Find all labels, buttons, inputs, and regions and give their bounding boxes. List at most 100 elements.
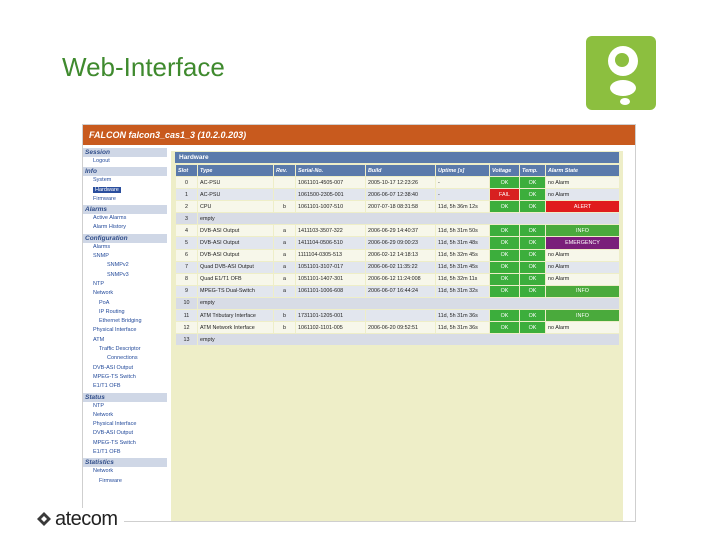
sidebar-item-label: E1/T1 OFB [93,383,121,390]
rev-cell [273,175,296,190]
table-row[interactable]: 3 empty [175,212,620,226]
type-cell: ATM Network Interface [197,321,274,335]
table-row[interactable]: 6 DVB-ASI Output a 1111104-0305-513 2006-02-… [175,248,620,262]
sidebar-section-heading: Status [83,392,167,402]
sidebar-item[interactable]: Network [83,289,167,298]
sidebar-item[interactable]: MPEG-TS Switch [83,373,167,382]
sidebar-item-label: SNMP [93,253,109,260]
sidebar-item[interactable]: Hardware [83,186,167,195]
sidebar-item[interactable]: SNMPv2 [83,261,167,270]
table-row[interactable]: 1 AC-PSU 1061500-2305-001 2006-06-07 12:38:… [175,188,620,202]
hardware-panel: Hardware Slot Type Rev. Serial-No. Build Upti… [171,151,623,521]
column-header[interactable]: Alarm State [545,164,620,177]
footer-brand: atecom [36,508,124,530]
table-row[interactable]: 12 ATM Network Interface b 1061102-1101-005… [175,321,620,335]
voltage-status-badge: OK [489,236,520,250]
table-row[interactable]: 13 empty [175,333,620,347]
sidebar-item[interactable]: IP Routing [83,308,167,317]
temp-status-badge: OK [519,260,546,274]
column-header[interactable]: Slot [175,164,198,177]
slot-cell: 2 [175,200,198,214]
column-header[interactable]: Rev. [273,164,296,177]
type-cell: AC-PSU [197,188,274,202]
sidebar-item[interactable]: E1/T1 OFB [83,448,167,457]
table-row[interactable]: 4 DVB-ASI Output a 1411103-3507-322 2006-06-… [175,224,620,238]
sidebar-item[interactable]: Active Alarms [83,214,167,223]
hardware-table: Slot Type Rev. Serial-No. Build Uptime [s] Vol… [175,164,620,347]
table-row[interactable]: 2 CPU b 1061101-1007-510 2007-07-18 08:31:58… [175,200,620,214]
rev-cell: b [273,309,296,323]
sidebar-item[interactable]: Firmware [83,195,167,204]
table-row[interactable]: 7 Quad DVB-ASI Output a 1051101-3107-017 200… [175,260,620,274]
sidebar-item-label: Traffic Descriptor [99,346,141,353]
sidebar-item[interactable]: Physical Interface [83,326,167,335]
sidebar-item-label: Logout [93,158,110,164]
voltage-status-badge: OK [489,284,520,298]
table-row[interactable]: 10 empty [175,296,620,311]
rev-cell: a [273,236,296,250]
column-header[interactable]: Uptime [s] [435,164,490,177]
sidebar-item[interactable]: Traffic Descriptor [83,345,167,354]
voltage-status-badge: OK [489,224,520,238]
column-header[interactable]: Voltage [489,164,520,177]
sidebar-item[interactable]: Logout [83,157,167,166]
sidebar-item[interactable]: NTP [83,280,167,289]
column-header[interactable]: Type [197,164,274,177]
rev-cell: a [273,272,296,286]
slot-cell: 0 [175,175,198,190]
sidebar-item[interactable]: SNMP [83,252,167,261]
alarm-state-badge: ALERT [545,200,620,214]
table-row[interactable]: 5 DVB-ASI Output a 1411104-0506-510 2006-06-… [175,236,620,250]
table-row[interactable]: 11 ATM Tributary Interface b 1731101-1205-0… [175,309,620,323]
serial-cell: 1061101-1007-510 [295,200,366,214]
slot-cell: 5 [175,236,198,250]
rev-cell [273,188,296,202]
sidebar-item[interactable]: Network [83,467,167,476]
sidebar-item-label: SNMPv3 [107,271,129,278]
sidebar-item[interactable]: MPEG-TS Switch [83,439,167,448]
sidebar-item[interactable]: Ethernet Bridging [83,317,167,326]
type-cell: ATM Tributary Interface [197,309,274,323]
rev-cell: a [273,224,296,238]
sidebar-item[interactable]: Physical Interface [83,420,167,429]
sidebar-item[interactable]: Network [83,411,167,420]
sidebar-item-label: DVB-ASI Output [93,430,134,437]
sidebar-item[interactable]: E1/T1 OFB [83,382,167,391]
sidebar-item[interactable]: DVB-ASI Output [83,429,167,438]
table-row[interactable]: 8 Quad E1/T1 OFB a 1051101-1407-301 2006-06-… [175,272,620,286]
slot-cell: 10 [175,296,198,311]
sidebar-item-label: Physical Interface [93,327,137,334]
web-interface-screenshot: FALCON falcon3_cas1_3 (10.2.0.203) Sessi… [82,124,636,522]
sidebar-item[interactable]: Connections [83,354,167,363]
alarm-state-badge: INFO [545,284,620,298]
sidebar-item[interactable]: NTP [83,402,167,411]
sidebar-item[interactable]: Alarms [83,243,167,252]
temp-status-badge: OK [519,284,546,298]
sidebar-item[interactable]: ATM [83,336,167,345]
voltage-status-badge: OK [489,309,520,323]
column-header[interactable]: Build [365,164,436,177]
sidebar-item-label: MPEG-TS Switch [93,373,136,380]
column-header[interactable]: Serial-No. [295,164,366,177]
sidebar-item-label: NTP [93,402,104,409]
sidebar-item[interactable]: Firmware [83,477,167,486]
sidebar-section-heading: Statistics [83,458,167,468]
sidebar-item[interactable]: System [83,176,167,185]
sidebar-item-label: E1/T1 OFB [93,449,121,456]
table-row[interactable]: 0 AC-PSU 1061101-4505-007 2005-10-17 12:23:… [175,175,620,190]
table-row[interactable]: 9 MPEG-TS Dual-Switch a 1061101-1006-608 200… [175,284,620,298]
type-cell: DVB-ASI Output [197,236,274,250]
sidebar-item[interactable]: Alarm History [83,223,167,232]
slot-cell: 4 [175,224,198,238]
sidebar-item[interactable]: SNMPv3 [83,271,167,280]
serial-cell: 1061101-4505-007 [295,175,366,190]
sidebar-item[interactable]: DVB-ASI Output [83,364,167,373]
type-cell: AC-PSU [197,175,274,190]
alarm-state-badge: no Alarm [545,321,620,335]
sidebar-item[interactable]: PoA [83,299,167,308]
sidebar-item-label: Physical Interface [93,421,137,428]
column-header[interactable]: Temp. [519,164,546,177]
uptime-cell: 11d, 5h 36m 12s [435,200,490,214]
sidebar-item-label: Network [93,411,114,418]
rev-cell: b [273,200,296,214]
